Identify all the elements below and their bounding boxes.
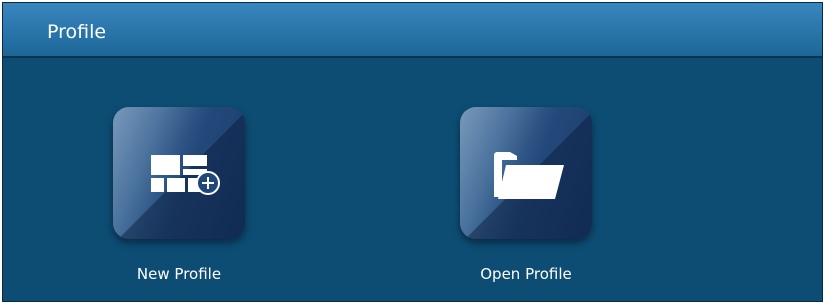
open-profile-label: Open Profile: [480, 265, 572, 283]
open-profile-tile[interactable]: [460, 107, 592, 239]
new-profile-tile[interactable]: [113, 107, 245, 239]
new-profile-label: New Profile: [136, 265, 222, 283]
panel-title: Profile: [47, 21, 107, 43]
open-profile-button[interactable]: Open Profile: [460, 107, 592, 283]
panel-header: Profile: [3, 3, 822, 58]
new-profile-button[interactable]: New Profile: [113, 107, 245, 283]
folder-open-icon: [494, 152, 564, 199]
new-profile-icon: [151, 155, 220, 195]
profile-panel: Profile New Profile Open Profile: [2, 2, 823, 302]
